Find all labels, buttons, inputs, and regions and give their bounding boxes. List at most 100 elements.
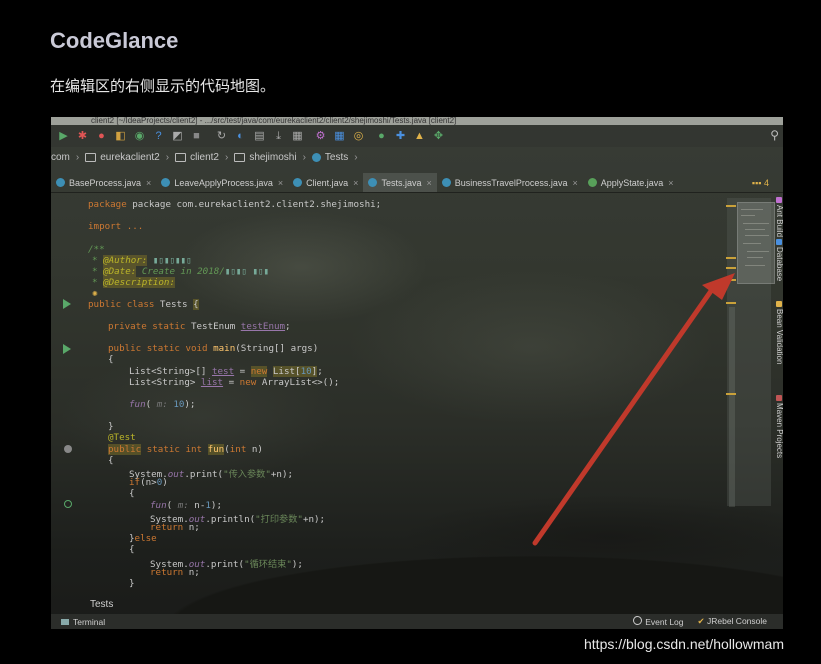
code-line: public class Tests { — [88, 299, 199, 310]
code-line: private static TestEnum testEnum; — [108, 321, 291, 332]
minimap-line — [743, 223, 769, 224]
minimap-line — [747, 251, 769, 252]
tool-bean-validation[interactable]: Bean Validation — [775, 309, 783, 364]
tab-leaveapplyprocess[interactable]: LeaveApplyProcess.java × — [156, 173, 288, 192]
chevron-right-icon: › — [354, 151, 358, 163]
run-class-icon[interactable] — [63, 299, 71, 309]
arrow-shaft — [532, 288, 714, 546]
sync-icon[interactable]: ↻ — [215, 130, 228, 143]
tab-businesstravelprocess[interactable]: BusinessTravelProcess.java × — [437, 173, 583, 192]
settings-icon[interactable]: ⚙ — [314, 130, 327, 143]
coverage-icon[interactable]: ◧ — [114, 130, 127, 143]
breadcrumb-item[interactable]: com — [51, 152, 70, 163]
terminal-button[interactable]: Terminal — [61, 617, 105, 627]
build-icon[interactable]: ◩ — [171, 130, 184, 143]
plugin-icon[interactable]: ◎ — [352, 130, 365, 143]
tabs-overflow[interactable]: ▪▪▪ 4 — [752, 178, 769, 188]
event-log-button[interactable]: Event Log — [633, 616, 684, 627]
breadcrumb-item[interactable]: client2 — [175, 152, 219, 163]
warning-marker[interactable] — [726, 257, 736, 259]
breadcrumb-item[interactable]: eurekaclient2 — [85, 151, 160, 163]
minimap-line — [745, 235, 769, 236]
debug-icon[interactable]: ✱ — [76, 130, 89, 143]
code-line: @Test — [108, 432, 136, 443]
minimap-line — [745, 229, 765, 230]
status-bar: Terminal Event Log ✔ JRebel Console — [51, 614, 783, 629]
help-icon[interactable]: ? — [152, 130, 165, 143]
code-line: { — [108, 354, 114, 365]
tab-client[interactable]: Client.java × — [288, 173, 363, 192]
code-line: } — [108, 421, 114, 432]
maven-icon — [776, 395, 782, 401]
tools-icon[interactable]: ▤ — [253, 130, 266, 143]
breadcrumb-item[interactable]: Tests — [311, 152, 348, 163]
tool-ant-build[interactable]: Ant Build — [775, 205, 783, 237]
tab-label: LeaveApplyProcess.java — [174, 177, 273, 188]
stop-record-icon[interactable]: ● — [95, 130, 108, 143]
profile-icon[interactable]: ◉ — [133, 130, 146, 143]
close-icon[interactable]: × — [426, 178, 431, 188]
code-line: return n; — [150, 567, 200, 578]
tool-maven-projects[interactable]: Maven Projects — [775, 403, 783, 458]
breadcrumb-item[interactable]: shejimoshi — [234, 151, 297, 163]
code-line: import ... — [88, 221, 144, 232]
chevron-right-icon: › — [302, 151, 306, 163]
editor-tabs: BaseProcess.java × LeaveApplyProcess.java… — [51, 173, 783, 193]
warning-marker[interactable] — [726, 205, 736, 207]
bean-icon — [776, 301, 782, 307]
folder-icon — [234, 152, 246, 162]
event-log-label: Event Log — [645, 617, 684, 627]
code-line: * @Date: Create in 2018/▮▯▮▯ ▮▯▮ — [92, 266, 270, 277]
run-main-icon[interactable] — [63, 344, 71, 354]
stop-icon[interactable]: ■ — [190, 130, 203, 143]
tab-applystate[interactable]: ApplyState.java × — [583, 173, 679, 192]
sdk-icon[interactable]: ▦ — [291, 130, 304, 143]
enum-icon — [587, 178, 597, 187]
code-line: /** — [88, 244, 105, 255]
close-icon[interactable]: × — [146, 178, 151, 188]
warning-marker[interactable] — [726, 267, 736, 269]
database-icon — [776, 239, 782, 245]
vcs-icon[interactable]: ● — [375, 130, 388, 143]
run-tool-tab-tests[interactable]: Tests — [90, 599, 113, 610]
code-line: * @Author: ▮▯▮▯▮▮▯ — [92, 255, 192, 266]
page-description: 在编辑区的右侧显示的代码地图。 — [50, 78, 276, 95]
code-line: fun( m: 10); — [129, 399, 196, 410]
code-line: List<String> list = new ArrayList<>(); — [129, 377, 340, 388]
search-icon[interactable]: ⚲ — [770, 128, 779, 142]
puzzle-icon[interactable]: ✥ — [432, 130, 445, 143]
close-icon[interactable]: × — [668, 178, 673, 188]
code-editor[interactable]: package package com.eurekaclient2.client… — [88, 196, 381, 589]
close-icon[interactable]: × — [572, 178, 577, 188]
attach-debugger-icon[interactable]: ◐ — [234, 130, 247, 143]
structure-icon[interactable]: ▦ — [333, 130, 346, 143]
tab-label: BaseProcess.java — [69, 177, 142, 188]
tab-baseprocess[interactable]: BaseProcess.java × — [51, 173, 156, 192]
tab-label: BusinessTravelProcess.java — [454, 177, 568, 188]
tab-tests[interactable]: Tests.java × — [363, 173, 437, 192]
tab-label: Client.java — [306, 177, 349, 188]
class-icon — [161, 178, 171, 187]
minimap-line — [743, 243, 761, 244]
close-icon[interactable]: × — [278, 178, 283, 188]
close-icon[interactable]: × — [353, 178, 358, 188]
recursion-icon[interactable] — [64, 500, 72, 508]
warning-marker[interactable] — [726, 302, 736, 304]
jrebel-icon[interactable]: ▲ — [413, 130, 426, 143]
update-icon[interactable]: ✚ — [394, 130, 407, 143]
terminal-label: Terminal — [73, 616, 106, 627]
breadcrumb-label: shejimoshi — [249, 151, 297, 163]
jrebel-console-button[interactable]: ✔ JRebel Console — [698, 616, 768, 627]
code-line: }else — [129, 533, 157, 544]
breadcrumb-label: client2 — [190, 151, 219, 163]
run-icon[interactable]: ▶ — [57, 130, 70, 143]
tool-database[interactable]: Database — [775, 247, 783, 281]
breakpoint-icon[interactable] — [64, 445, 72, 453]
warning-marker[interactable] — [726, 279, 736, 281]
lightbulb-icon[interactable]: ✺ — [92, 288, 98, 299]
warning-marker[interactable] — [726, 393, 736, 395]
scrollbar-track[interactable] — [729, 307, 735, 507]
download-icon[interactable]: ⤓ — [272, 130, 285, 143]
chevron-right-icon: › — [75, 151, 80, 163]
breadcrumb-label: eurekaclient2 — [100, 151, 160, 163]
